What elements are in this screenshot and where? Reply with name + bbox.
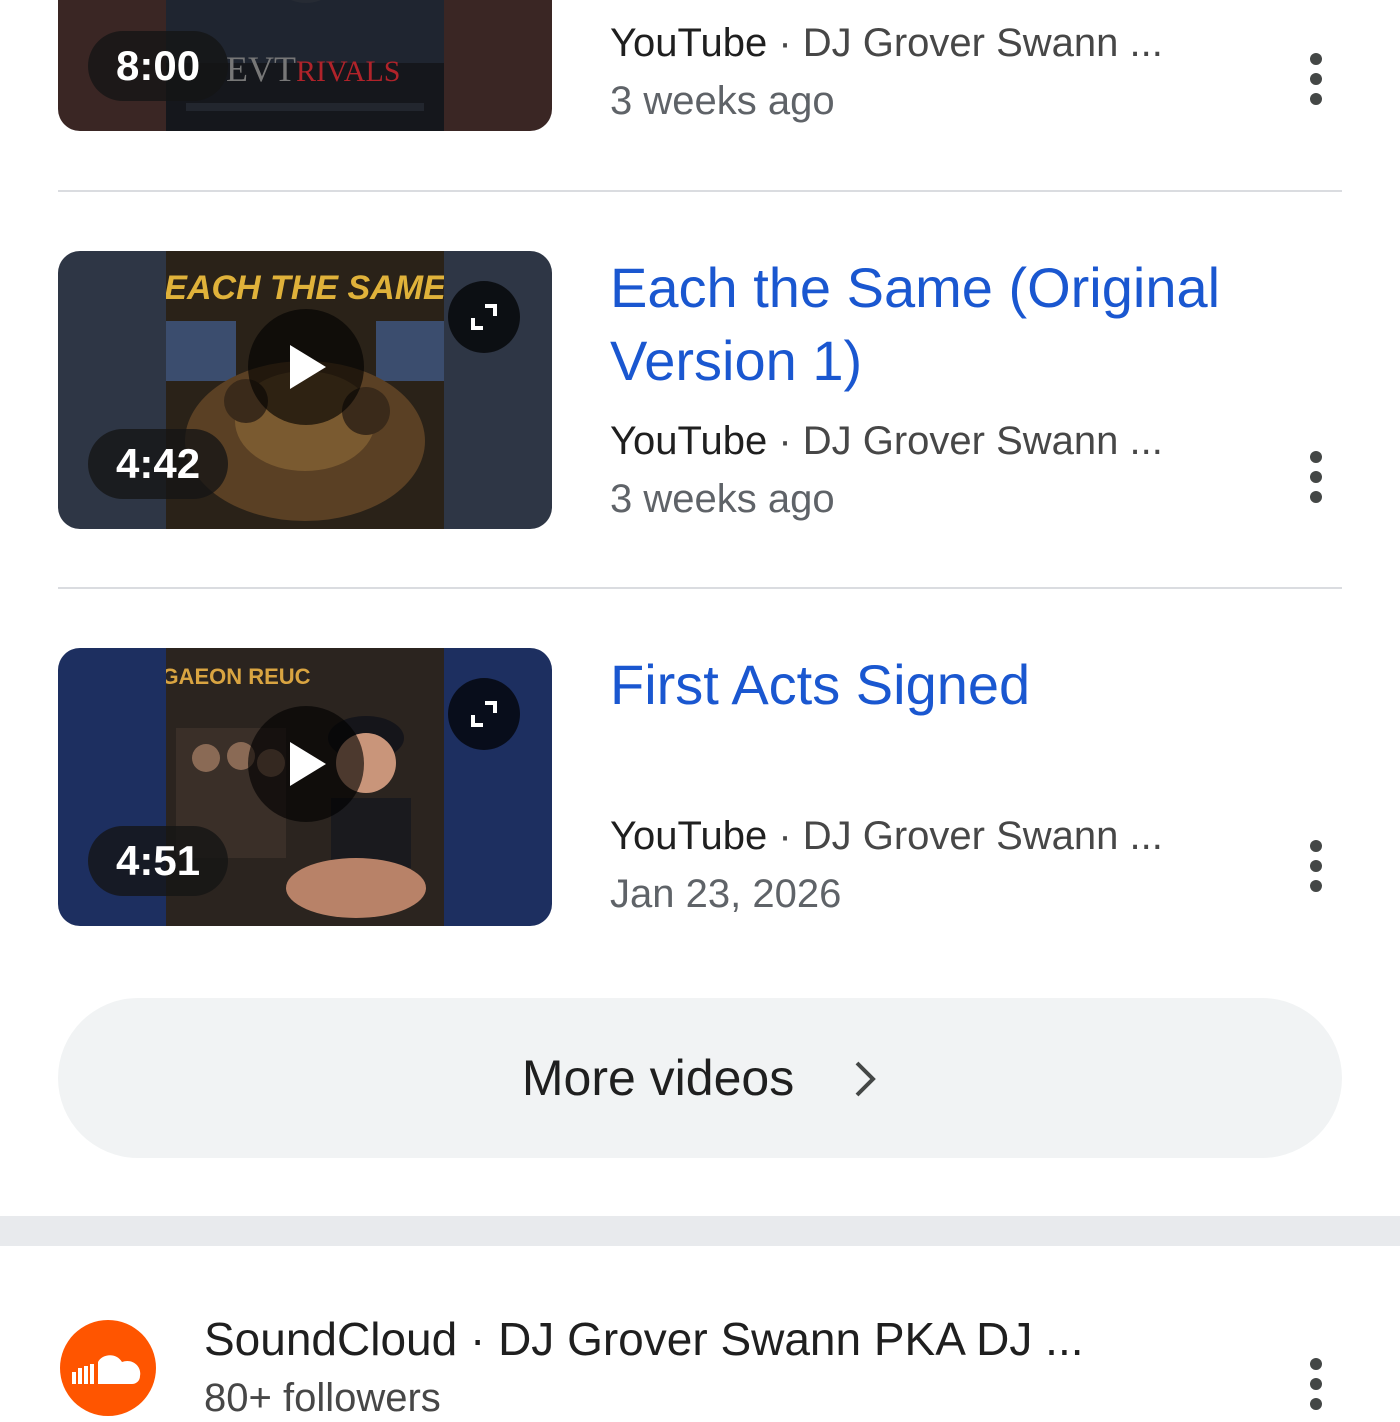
more-options-icon[interactable] [1296, 47, 1338, 111]
video-thumbnail[interactable]: EACH THE SAME 4:42 [58, 251, 552, 529]
poster-text: EVT [226, 49, 296, 89]
soundcloud-cloud-icon [72, 1355, 141, 1384]
poster-text: GAEON REUC [166, 664, 311, 689]
duration-badge: 4:51 [88, 826, 229, 896]
result-divider [58, 587, 1342, 589]
source-site: YouTube [610, 21, 768, 65]
more-videos-label: More videos [521, 1050, 795, 1106]
source-channel: · DJ Grover Swann ... [778, 814, 1163, 858]
expand-icon [471, 701, 497, 727]
video-title[interactable]: Each the Same (Original Version 1) [610, 251, 1290, 397]
video-title[interactable]: First Acts Signed [610, 648, 1290, 721]
video-source: YouTube · DJ Grover Swann ... [610, 417, 1230, 465]
poster-accent: RIVALS [296, 55, 400, 88]
video-thumbnail[interactable]: GAEON REUC 4:51 [58, 648, 552, 926]
play-button[interactable] [248, 309, 364, 425]
chevron-right-icon [855, 1061, 876, 1097]
section-separator [0, 1216, 1400, 1246]
soundcloud-logo [60, 1320, 156, 1416]
expand-button[interactable] [448, 281, 520, 353]
video-source: YouTube · DJ Grover Swann ... [610, 19, 1230, 67]
video-thumbnail[interactable]: EVT RIVALS 8:00 [58, 0, 552, 131]
soundcloud-result-title[interactable]: SoundCloud · DJ Grover Swann PKA DJ ... [204, 1312, 1164, 1366]
video-date: 3 weeks ago [610, 79, 835, 123]
play-icon [290, 742, 326, 786]
duration-badge: 4:42 [88, 429, 229, 499]
more-options-icon[interactable] [1296, 445, 1338, 509]
more-videos-button[interactable]: More videos [58, 998, 1342, 1158]
video-result-1[interactable]: EVT RIVALS 8:00 YouTube · DJ Grover Swan… [0, 0, 1400, 143]
video-result-3[interactable]: GAEON REUC 4:51 First Acts Signed YouTub… [0, 648, 1400, 938]
video-date: 3 weeks ago [610, 477, 835, 521]
source-channel: · DJ Grover Swann ... [778, 21, 1163, 65]
source-site: YouTube [610, 419, 768, 463]
play-button[interactable] [248, 706, 364, 822]
video-date: Jan 23, 2026 [610, 872, 842, 916]
expand-button[interactable] [448, 678, 520, 750]
more-options-icon[interactable] [1296, 834, 1338, 898]
soundcloud-followers: 80+ followers [204, 1376, 441, 1420]
expand-icon [471, 304, 497, 330]
more-options-icon[interactable] [1296, 1352, 1338, 1416]
poster-text: EACH THE SAME [166, 269, 444, 307]
source-channel: · DJ Grover Swann ... [778, 419, 1163, 463]
video-result-2[interactable]: EACH THE SAME 4:42 Each the Same (Origin… [0, 251, 1400, 541]
video-source: YouTube · DJ Grover Swann ... [610, 812, 1230, 860]
duration-badge: 8:00 [88, 31, 229, 101]
play-icon [290, 345, 326, 389]
result-divider [58, 190, 1342, 192]
source-site: YouTube [610, 814, 768, 858]
